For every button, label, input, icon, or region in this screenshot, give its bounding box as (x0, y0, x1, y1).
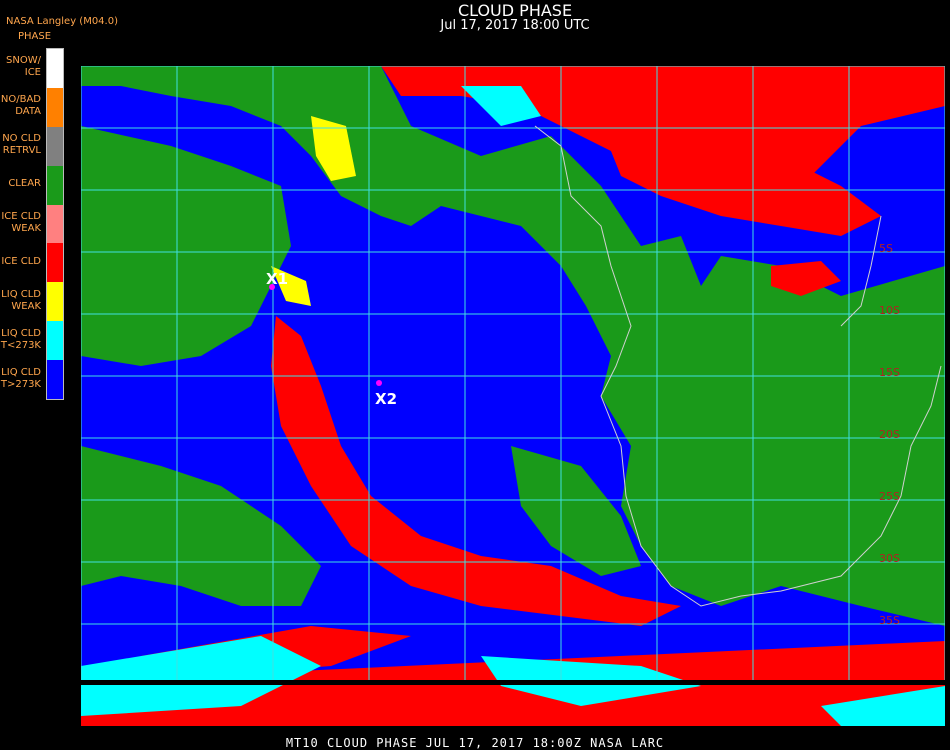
latitude-label: 15S (879, 366, 900, 379)
latitude-label: 20S (879, 428, 900, 441)
marker-x2-dot (376, 380, 382, 386)
legend-label: ICE CLD WEAK (1, 211, 41, 234)
legend-swatch (47, 126, 63, 166)
cloud-phase-map: X1 X2 5S 10S 15S 20S 25S 30S 35S (81, 66, 945, 726)
latitude-label: 5S (879, 242, 893, 255)
footer-caption: MT10 CLOUD PHASE JUL 17, 2017 18:00Z NAS… (285, 736, 665, 750)
legend-label: SNOW/ICE (6, 55, 41, 79)
legend-label: NO CLD RETRVL (2, 133, 41, 157)
legend-swatch (47, 49, 63, 88)
legend-colorbar (46, 48, 64, 400)
latitude-label: 35S (879, 614, 900, 627)
legend-label: LIQ CLD T>273K (0, 366, 41, 390)
latitude-label: 25S (879, 490, 900, 503)
legend-label: LIQ CLD T<273K (0, 327, 41, 351)
legend-label: CLEAR (8, 178, 41, 190)
marker-x1-label: X1 (266, 270, 288, 288)
latitude-label: 10S (879, 304, 900, 317)
legend-swatch (47, 360, 63, 399)
legend-swatch (47, 204, 63, 244)
legend-swatch (47, 165, 63, 205)
latitude-label: 30S (879, 552, 900, 565)
legend-swatch (47, 87, 63, 127)
page-subtitle: Jul 17, 2017 18:00 UTC (440, 18, 590, 33)
legend-swatch (47, 282, 63, 322)
marker-x1: X1 (266, 270, 288, 290)
legend-swatch (47, 321, 63, 361)
legend-label: NO/BAD DATA (0, 94, 41, 118)
marker-x2-label: X2 (375, 390, 397, 408)
map-gap (81, 680, 945, 685)
legend-label: ICE CLD (1, 255, 41, 267)
legend-label: LIQ CLD WEAK (1, 288, 41, 312)
legend-swatch (47, 243, 63, 283)
